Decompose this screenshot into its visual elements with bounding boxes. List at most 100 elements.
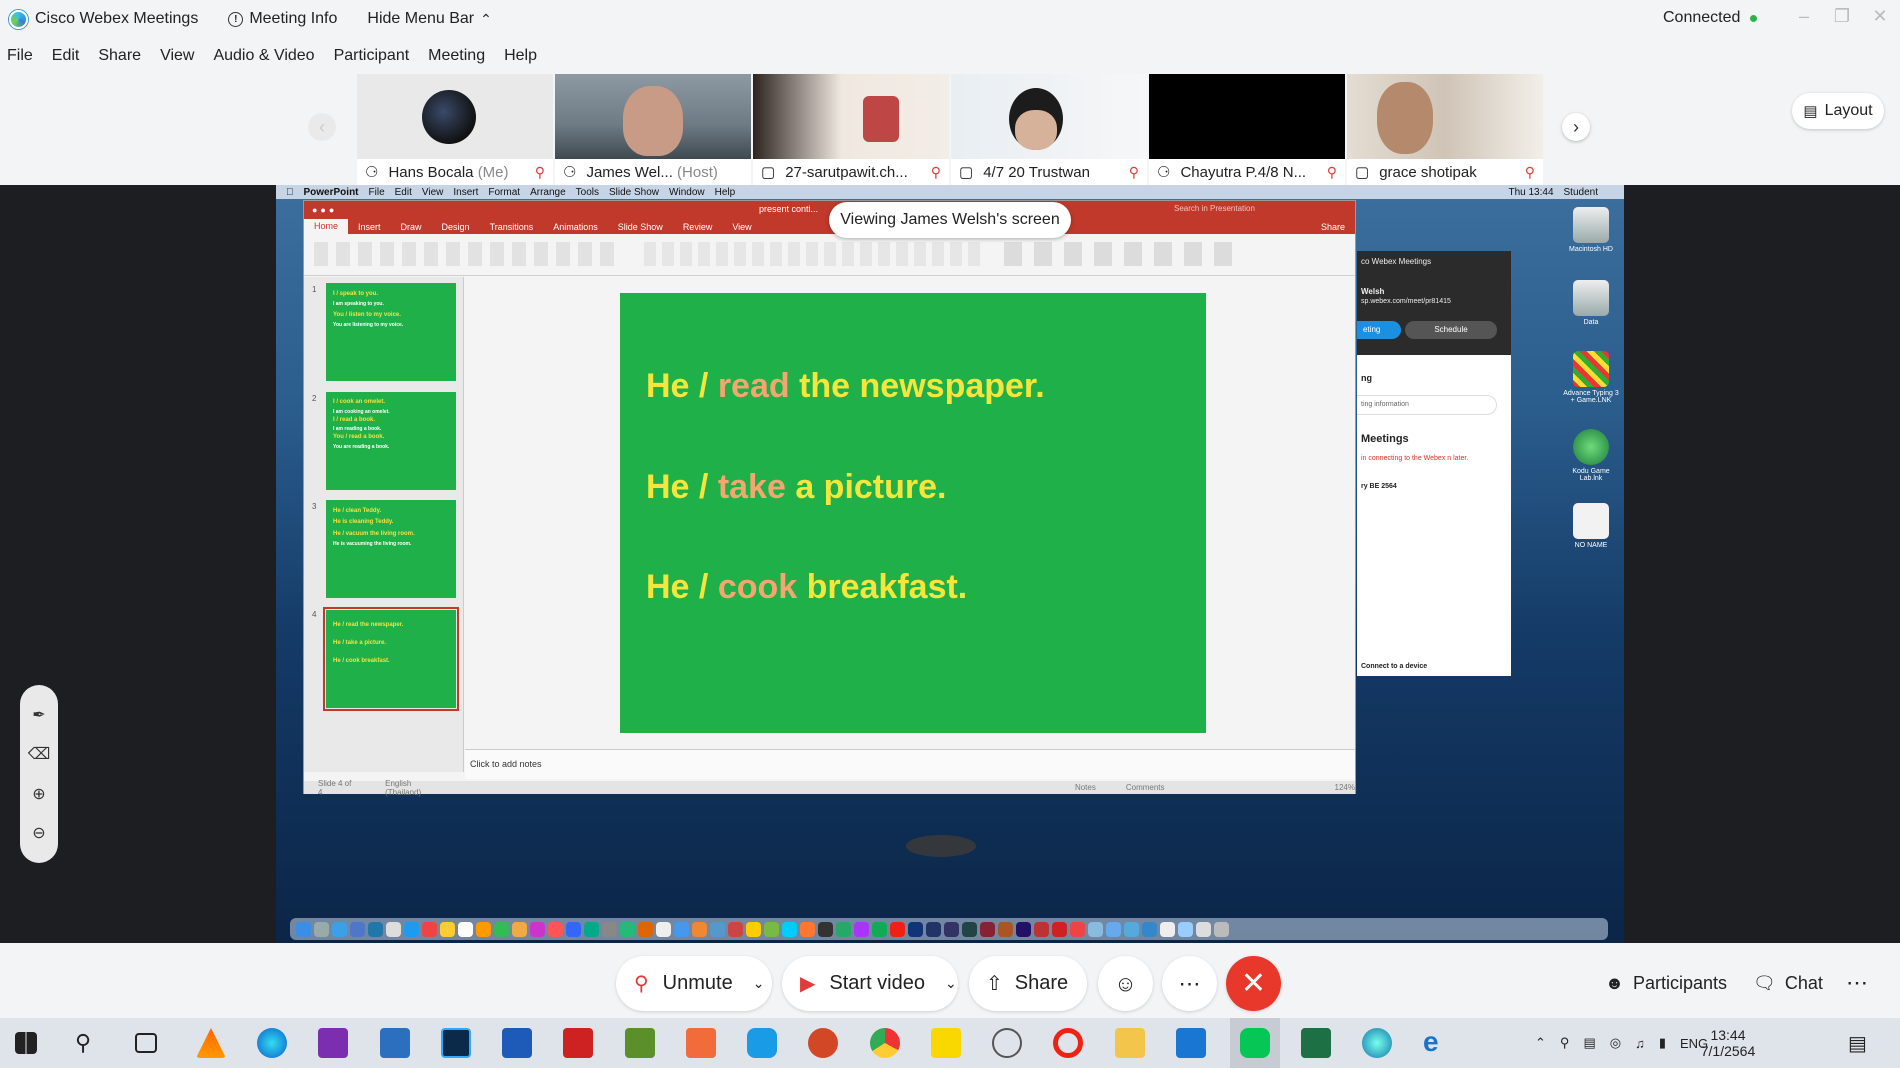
participant-video	[555, 74, 751, 159]
unmute-button[interactable]: ⚲ Unmute ⌄	[616, 956, 772, 1011]
participant-tile[interactable]: ▢ grace shotipak ⚲	[1347, 74, 1543, 185]
excel-icon[interactable]	[1301, 1028, 1331, 1058]
menu-audio-video[interactable]: Audio & Video	[213, 47, 314, 65]
wifi-off-icon[interactable]: ◎	[1610, 1035, 1621, 1051]
powerpoint-window: ●●● present conti... Search in Presentat…	[303, 200, 1356, 797]
slide-thumbnail[interactable]: I / speak to you. I am speaking to you. …	[326, 283, 456, 381]
powerpoint-icon[interactable]	[808, 1028, 838, 1058]
ppt-tab-home[interactable]: Home	[304, 219, 349, 234]
strip-next-icon[interactable]: ›	[1562, 113, 1590, 141]
onenote-icon[interactable]	[318, 1028, 348, 1058]
annotation-toolbar: ✒ ⌫ ⊕ ⊖	[20, 685, 58, 863]
app-icon[interactable]	[1176, 1028, 1206, 1058]
audio-icon: ⚆	[1157, 164, 1171, 181]
word-icon[interactable]	[502, 1028, 532, 1058]
edge-icon[interactable]	[257, 1028, 287, 1058]
app-icon[interactable]	[992, 1028, 1022, 1058]
ppt-notes-area[interactable]: Click to add notes	[465, 749, 1355, 779]
current-slide[interactable]: He / read the newspaper. He / take a pic…	[620, 293, 1206, 733]
participant-tile[interactable]: ⚆ Hans Bocala (Me) ⚲	[357, 74, 553, 185]
ppt-share[interactable]: Share	[1311, 222, 1355, 232]
participant-tile[interactable]: ▢ 27-sarutpawit.ch... ⚲	[753, 74, 949, 185]
layout-button[interactable]: ▤ Layout	[1792, 93, 1884, 129]
chevron-down-icon[interactable]: ⌄	[945, 975, 957, 992]
menu-share[interactable]: Share	[98, 47, 141, 65]
participants-button[interactable]: ☻ Participants	[1605, 963, 1727, 1003]
desktop-icon[interactable]: Macintosh HD	[1563, 207, 1619, 253]
app-icon[interactable]	[380, 1028, 410, 1058]
desktop-icon[interactable]: Kodu Game Lab.lnk	[1563, 429, 1619, 482]
hide-menu-bar-button[interactable]: Hide Menu Bar ⌃	[367, 10, 491, 28]
apple-icon: 	[286, 187, 294, 198]
microphone-icon[interactable]: ⚲	[1560, 1035, 1570, 1051]
slide-thumbnail[interactable]: He / clean Teddy. He is cleaning Teddy. …	[326, 500, 456, 598]
restore-icon[interactable]: ❐	[1830, 6, 1854, 30]
menu-help[interactable]: Help	[504, 47, 537, 65]
file-explorer-icon[interactable]	[1115, 1028, 1145, 1058]
battery-icon[interactable]: ▮	[1659, 1035, 1666, 1051]
chat-button[interactable]: 🗨 Chat	[1753, 963, 1823, 1003]
start-video-button[interactable]: ▶ Start video ⌄	[782, 956, 958, 1011]
menu-view[interactable]: View	[160, 47, 194, 65]
menu-participant[interactable]: Participant	[334, 47, 410, 65]
strip-prev-icon[interactable]: ‹	[308, 113, 336, 141]
vlc-icon[interactable]	[196, 1028, 226, 1058]
desktop-icon[interactable]: Advance Typing 3 + Game.LNK	[1563, 351, 1619, 404]
chevron-up-icon[interactable]: ⌃	[1535, 1035, 1546, 1051]
desktop-icon[interactable]: NO NAME	[1563, 503, 1619, 549]
ppt-tab[interactable]: Animations	[543, 222, 608, 232]
line-icon[interactable]	[1240, 1028, 1270, 1058]
ppt-tab[interactable]: Draw	[391, 222, 432, 232]
participant-tile[interactable]: ⚆ Chayutra P.4/8 N... ⚲	[1149, 74, 1345, 185]
participant-tile-host[interactable]: ⚆ James Wel... (Host)	[555, 74, 751, 185]
webex-taskbar-icon[interactable]	[1362, 1028, 1392, 1058]
network-icon[interactable]: ▤	[1583, 1035, 1595, 1051]
participant-video	[951, 74, 1147, 159]
zoom-out-icon[interactable]: ⊖	[32, 823, 45, 843]
app-icon[interactable]	[686, 1028, 716, 1058]
sticky-notes-icon[interactable]	[931, 1028, 961, 1058]
ppt-tab[interactable]: Transitions	[480, 222, 544, 232]
clock[interactable]: 13:44 7/1/2564	[1688, 1018, 1768, 1068]
reactions-icon[interactable]: ☺	[1098, 956, 1153, 1011]
volume-icon[interactable]: ♫	[1635, 1036, 1645, 1051]
filezilla-icon[interactable]	[563, 1028, 593, 1058]
participant-tile[interactable]: ▢ 4/7 20 Trustwan ⚲	[951, 74, 1147, 185]
menu-file[interactable]: File	[7, 47, 33, 65]
cloud-app-icon[interactable]	[747, 1028, 777, 1058]
slide-thumbnail[interactable]: I / cook an omelet. I am cooking an omel…	[326, 392, 456, 490]
pen-icon[interactable]: ✒	[32, 705, 45, 725]
ppt-tab[interactable]: View	[722, 222, 761, 232]
slide-thumbnail-selected[interactable]: He / read the newspaper. He / take a pic…	[323, 607, 459, 711]
minimize-icon[interactable]: –	[1792, 6, 1816, 30]
chrome-icon[interactable]	[870, 1028, 900, 1058]
notifications-icon[interactable]: ▤	[1848, 1018, 1867, 1068]
zoom-in-icon[interactable]: ⊕	[32, 784, 45, 804]
opera-icon[interactable]	[1053, 1028, 1083, 1058]
meeting-info-button[interactable]: ! Meeting Info	[228, 10, 337, 28]
ppt-tab[interactable]: Review	[673, 222, 723, 232]
share-button[interactable]: ⇧ Share	[969, 956, 1087, 1011]
more-options-icon[interactable]: ⋯	[1162, 956, 1217, 1011]
chevron-down-icon[interactable]: ⌄	[753, 975, 765, 992]
close-icon[interactable]: ✕	[1868, 6, 1892, 30]
screen-icon: ▢	[959, 164, 974, 181]
ppt-tab[interactable]: Design	[432, 222, 480, 232]
remote-webex-panel: co Webex Meetings Welsh sp.webex.com/mee…	[1357, 251, 1511, 676]
desktop-icon[interactable]: Data	[1563, 280, 1619, 326]
muted-mic-icon: ⚲	[634, 973, 649, 995]
ppt-tab[interactable]: Slide Show	[608, 222, 673, 232]
video-off-icon: ▶	[800, 973, 816, 995]
ppt-tab[interactable]: Insert	[348, 222, 391, 232]
menu-meeting[interactable]: Meeting	[428, 47, 485, 65]
windows-start-icon[interactable]	[15, 1032, 37, 1054]
leave-meeting-button[interactable]: ✕	[1226, 956, 1281, 1011]
photoshop-icon[interactable]	[441, 1028, 471, 1058]
eraser-icon[interactable]: ⌫	[28, 744, 51, 764]
more-panels-icon[interactable]: ⋯	[1846, 963, 1868, 1003]
internet-explorer-icon[interactable]: e	[1423, 1026, 1453, 1057]
app-icon[interactable]	[625, 1028, 655, 1058]
task-view-icon[interactable]	[135, 1033, 157, 1053]
menu-edit[interactable]: Edit	[52, 47, 80, 65]
search-icon[interactable]: ⚲	[75, 1030, 105, 1060]
